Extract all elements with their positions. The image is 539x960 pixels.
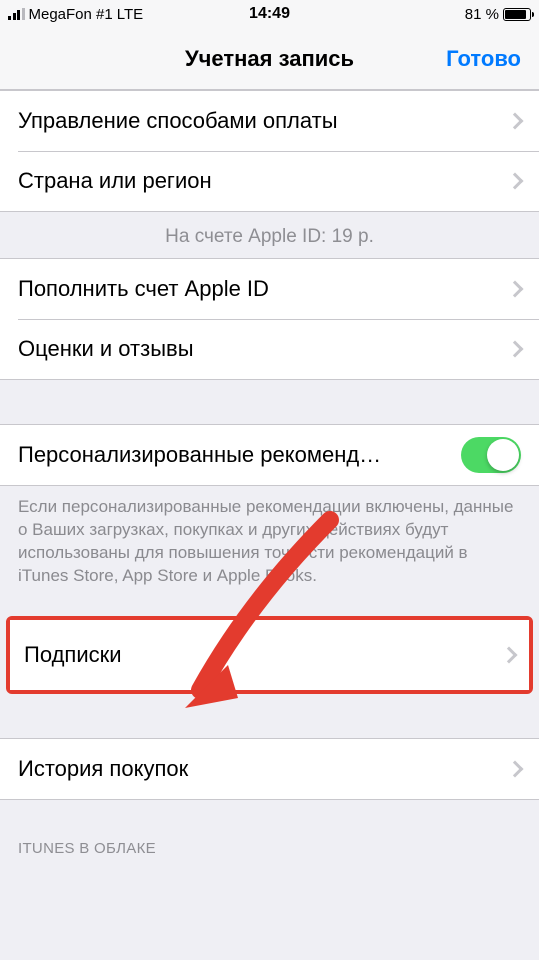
group-personalized: Персонализированные рекоменд… (0, 424, 539, 486)
chevron-right-icon (507, 281, 524, 298)
battery-percent: 81 % (465, 6, 499, 23)
itunes-cloud-header: iTUNES В ОБЛАКЕ (0, 830, 539, 863)
chevron-right-icon (507, 113, 524, 130)
chevron-right-icon (507, 173, 524, 190)
personalized-footer: Если персонализированные рекомендации вк… (0, 486, 539, 588)
done-button[interactable]: Готово (446, 46, 521, 72)
network-label: LTE (117, 6, 143, 23)
row-add-funds[interactable]: Пополнить счет Apple ID (0, 259, 539, 319)
status-left: MegaFon #1 LTE (8, 6, 143, 23)
status-bar: MegaFon #1 LTE 14:49 81 % (0, 0, 539, 28)
row-label: Оценки и отзывы (18, 336, 501, 362)
annotation-highlight: Подписки (6, 616, 533, 694)
row-ratings-reviews[interactable]: Оценки и отзывы (0, 319, 539, 379)
row-label: Пополнить счет Apple ID (18, 276, 501, 302)
row-payment-methods[interactable]: Управление способами оплаты (0, 91, 539, 151)
row-subscriptions[interactable]: Подписки (10, 620, 529, 690)
balance-header: На счете Apple ID: 19 р. (0, 212, 539, 258)
chevron-right-icon (507, 341, 524, 358)
group-payments: Управление способами оплаты Страна или р… (0, 90, 539, 212)
row-label: Управление способами оплаты (18, 108, 501, 134)
chevron-right-icon (501, 646, 518, 663)
signal-icon (8, 8, 25, 20)
row-personalized-recommendations[interactable]: Персонализированные рекоменд… (0, 425, 539, 485)
clock: 14:49 (249, 5, 290, 23)
status-right: 81 % (465, 6, 531, 23)
row-label: Подписки (24, 642, 495, 668)
nav-bar: Учетная запись Готово (0, 28, 539, 90)
chevron-right-icon (507, 760, 524, 777)
group-balance: Пополнить счет Apple ID Оценки и отзывы (0, 258, 539, 380)
row-label: История покупок (18, 756, 501, 782)
page-title: Учетная запись (185, 46, 354, 72)
row-label: Страна или регион (18, 168, 501, 194)
row-country-region[interactable]: Страна или регион (0, 151, 539, 211)
row-label: Персонализированные рекоменд… (18, 442, 461, 468)
carrier-label: MegaFon #1 (29, 6, 113, 23)
group-purchase-history: История покупок (0, 738, 539, 800)
toggle-on-icon[interactable] (461, 437, 521, 473)
group-subscriptions: Подписки (10, 620, 529, 690)
row-purchase-history[interactable]: История покупок (0, 739, 539, 799)
battery-icon (503, 8, 531, 21)
